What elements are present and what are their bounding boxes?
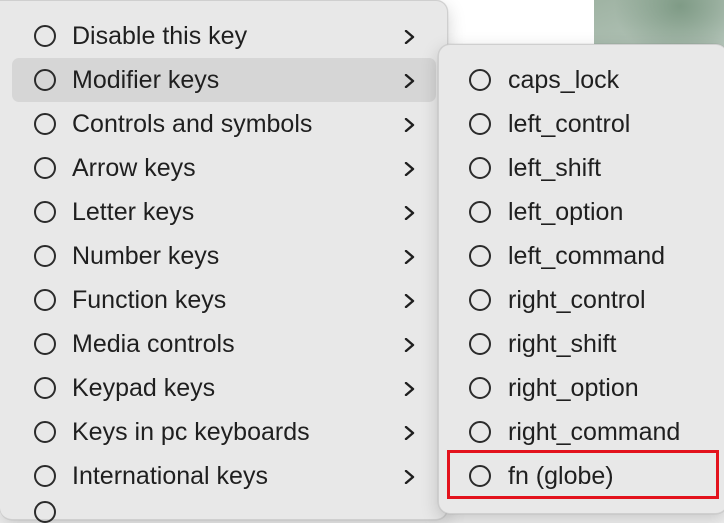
radio-unchecked-icon[interactable] [34, 201, 56, 223]
submenu-item-label: left_control [508, 110, 631, 138]
menu-item-international-keys[interactable]: International keys [12, 454, 436, 498]
submenu-item-left-option[interactable]: left_option [447, 190, 721, 234]
menu-item-label: Keypad keys [72, 374, 216, 402]
submenu-item-label: right_control [508, 286, 646, 314]
radio-unchecked-icon[interactable] [34, 501, 56, 523]
radio-unchecked-icon[interactable] [34, 465, 56, 487]
modifier-keys-submenu: caps_lock left_control left_shift left_o… [438, 44, 724, 514]
submenu-item-label: left_option [508, 198, 624, 226]
submenu-item-caps-lock[interactable]: caps_lock [447, 58, 721, 102]
radio-unchecked-icon[interactable] [469, 201, 491, 223]
chevron-right-icon [404, 294, 416, 308]
annotation-highlight-box [447, 450, 719, 499]
menu-item-arrow-keys[interactable]: Arrow keys [12, 146, 436, 190]
menu-item-keypad-keys[interactable]: Keypad keys [12, 366, 436, 410]
radio-unchecked-icon[interactable] [469, 69, 491, 91]
menu-item-label: Disable this key [72, 22, 248, 50]
menu-item-number-keys[interactable]: Number keys [12, 234, 436, 278]
chevron-right-icon [404, 250, 416, 264]
submenu-item-left-shift[interactable]: left_shift [447, 146, 721, 190]
radio-unchecked-icon[interactable] [34, 333, 56, 355]
chevron-right-icon [404, 382, 416, 396]
radio-unchecked-icon[interactable] [469, 245, 491, 267]
chevron-right-icon [404, 162, 416, 176]
submenu-item-left-command[interactable]: left_command [447, 234, 721, 278]
menu-item-modifier-keys[interactable]: Modifier keys [12, 58, 436, 102]
menu-item-media-controls[interactable]: Media controls [12, 322, 436, 366]
radio-unchecked-icon[interactable] [34, 69, 56, 91]
menu-item-label: Function keys [72, 286, 227, 314]
submenu-item-right-command[interactable]: right_command [447, 410, 721, 454]
radio-unchecked-icon[interactable] [469, 113, 491, 135]
menu-item-letter-keys[interactable]: Letter keys [12, 190, 436, 234]
submenu-item-right-option[interactable]: right_option [447, 366, 721, 410]
radio-unchecked-icon[interactable] [34, 377, 56, 399]
radio-unchecked-icon[interactable] [469, 157, 491, 179]
chevron-right-icon [404, 338, 416, 352]
menu-item-function-keys[interactable]: Function keys [12, 278, 436, 322]
submenu-item-label: left_command [508, 242, 666, 270]
submenu-item-label: left_shift [508, 154, 602, 182]
menu-item-label: Media controls [72, 330, 235, 358]
radio-unchecked-icon[interactable] [34, 245, 56, 267]
menu-item-label: International keys [72, 462, 268, 490]
radio-unchecked-icon[interactable] [34, 157, 56, 179]
chevron-right-icon [404, 118, 416, 132]
submenu-item-label: right_shift [508, 330, 617, 358]
menu-item-controls-and-symbols[interactable]: Controls and symbols [12, 102, 436, 146]
radio-unchecked-icon[interactable] [34, 289, 56, 311]
submenu-item-label: right_command [508, 418, 681, 446]
submenu-item-right-shift[interactable]: right_shift [447, 322, 721, 366]
submenu-item-left-control[interactable]: left_control [447, 102, 721, 146]
radio-unchecked-icon[interactable] [469, 421, 491, 443]
menu-item-label: Modifier keys [72, 66, 220, 94]
radio-unchecked-icon[interactable] [469, 377, 491, 399]
menu-item-keys-in-pc-keyboards[interactable]: Keys in pc keyboards [12, 410, 436, 454]
menu-item-label: Keys in pc keyboards [72, 418, 310, 446]
menu-item-label: Arrow keys [72, 154, 196, 182]
chevron-right-icon [404, 30, 416, 44]
chevron-right-icon [404, 426, 416, 440]
radio-unchecked-icon[interactable] [469, 333, 491, 355]
chevron-right-icon [404, 470, 416, 484]
radio-unchecked-icon[interactable] [34, 421, 56, 443]
menu-item-label: Number keys [72, 242, 220, 270]
submenu-item-label: right_option [508, 374, 639, 402]
radio-unchecked-icon[interactable] [34, 25, 56, 47]
key-category-menu: Disable this key Modifier keys Controls … [0, 0, 448, 523]
chevron-right-icon [404, 74, 416, 88]
chevron-right-icon [404, 206, 416, 220]
menu-item-disable-this-key[interactable]: Disable this key [12, 14, 436, 58]
submenu-item-right-control[interactable]: right_control [447, 278, 721, 322]
radio-unchecked-icon[interactable] [469, 289, 491, 311]
radio-unchecked-icon[interactable] [34, 113, 56, 135]
menu-item-label: Letter keys [72, 198, 195, 226]
menu-item-label: Controls and symbols [72, 110, 313, 138]
submenu-item-label: caps_lock [508, 66, 620, 94]
